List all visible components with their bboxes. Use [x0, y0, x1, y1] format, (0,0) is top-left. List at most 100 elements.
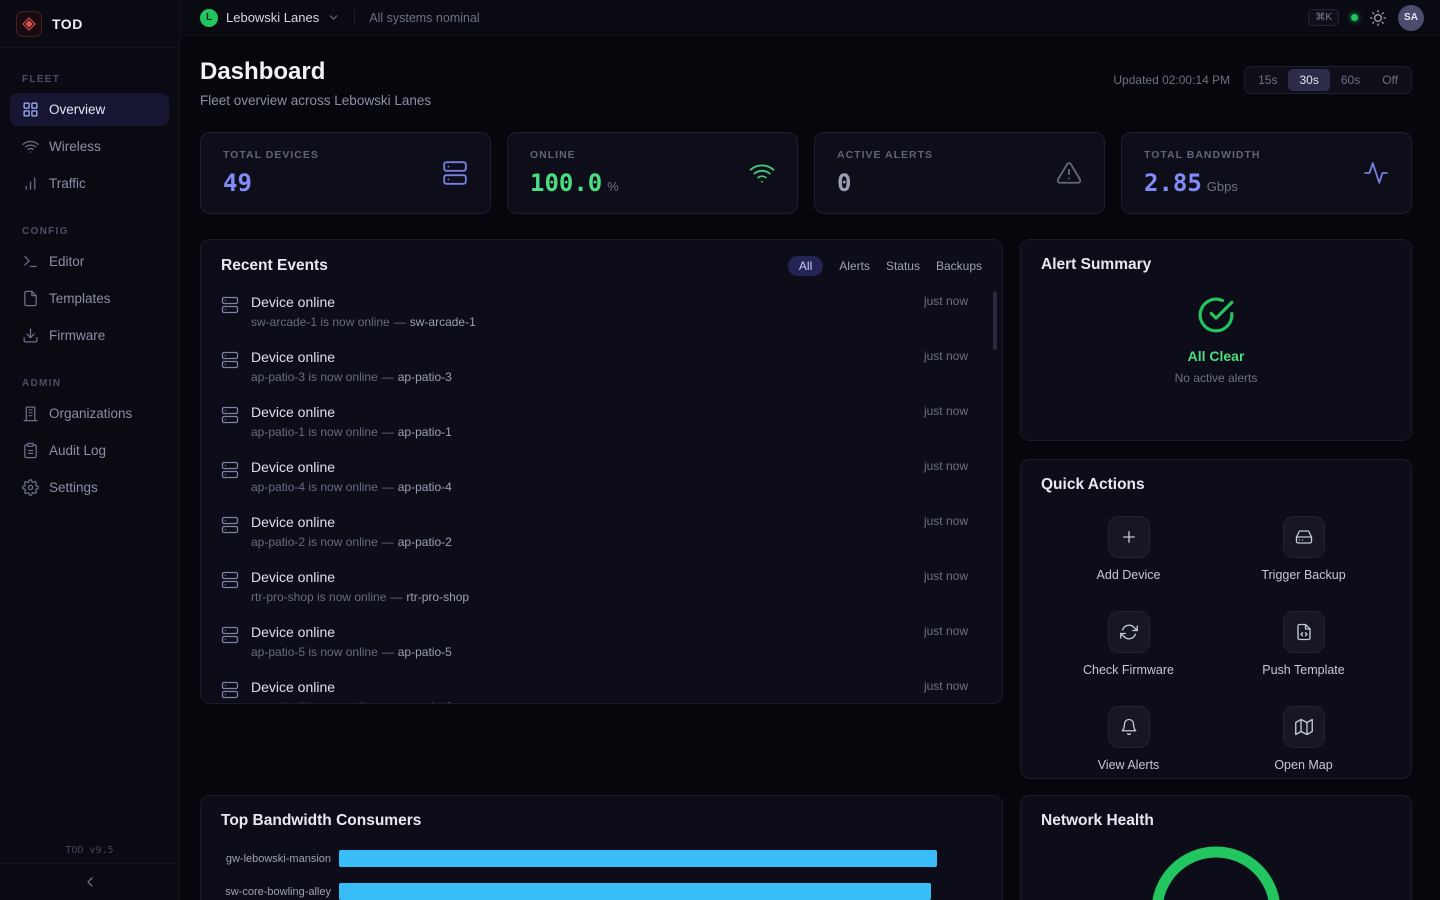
- stat-label: TOTAL BANDWIDTH: [1144, 149, 1261, 161]
- event-separator: —: [382, 700, 394, 704]
- topbar: L Lebowski Lanes All systems nominal ⌘K …: [180, 0, 1440, 36]
- event-row[interactable]: Device online ap-patio-5 is now online—a…: [221, 614, 982, 669]
- action-add-device[interactable]: Add Device: [1041, 500, 1216, 595]
- theme-toggle-button[interactable]: [1370, 10, 1386, 26]
- wifi-icon: [22, 138, 39, 155]
- refresh-option-60s[interactable]: 60s: [1330, 69, 1371, 91]
- terminal-icon: [22, 253, 39, 270]
- bandwidth-device-label: sw-core-bowling-alley: [221, 886, 339, 898]
- event-separator: —: [382, 645, 394, 659]
- event-time: just now: [924, 404, 968, 418]
- app-logo: TOD: [0, 0, 179, 48]
- check-circle-icon: [1197, 296, 1235, 334]
- sidebar-item-wireless[interactable]: Wireless: [10, 130, 169, 163]
- action-label: Open Map: [1274, 758, 1332, 772]
- events-scrollbar[interactable]: [993, 292, 997, 350]
- network-health-title: Network Health: [1041, 812, 1391, 830]
- refresh-option-off[interactable]: Off: [1371, 69, 1409, 91]
- stat-value: 100.0: [530, 169, 602, 197]
- org-selector[interactable]: L Lebowski Lanes: [200, 9, 340, 27]
- action-check-firmware[interactable]: Check Firmware: [1041, 595, 1216, 690]
- alert-triangle-icon: [1056, 160, 1082, 186]
- map-icon: [1295, 718, 1313, 736]
- event-time: just now: [924, 569, 968, 583]
- event-detail: ap-patio-2 is now online: [251, 535, 378, 549]
- sidebar-item-traffic[interactable]: Traffic: [10, 167, 169, 200]
- bandwidth-bar: [339, 883, 931, 900]
- sidebar-item-firmware[interactable]: Firmware: [10, 319, 169, 352]
- event-row[interactable]: Device online ap-patio-2 is now online—a…: [221, 504, 982, 559]
- event-row[interactable]: Device online ap-patio-1 is now online—a…: [221, 394, 982, 449]
- app-logo-icon: [16, 11, 42, 37]
- server-icon: [221, 351, 239, 369]
- sidebar-nav: FLEET Overview Wireless Traffic CONFIG E…: [0, 48, 179, 504]
- bell-icon: [1120, 718, 1138, 736]
- action-view-alerts[interactable]: View Alerts: [1041, 690, 1216, 785]
- stat-card-active-alerts: ACTIVE ALERTS 0: [814, 132, 1105, 214]
- event-row[interactable]: Device online ap-patio-4 is now online—a…: [221, 449, 982, 504]
- event-row[interactable]: Device online ap-patio-3 is now online—a…: [221, 339, 982, 394]
- refresh-interval-control: 15s 30s 60s Off: [1244, 66, 1412, 94]
- recent-events-card: Recent Events All Alerts Status Backups: [200, 239, 1003, 704]
- alert-summary-card: Alert Summary All Clear No active alerts: [1020, 239, 1412, 441]
- sidebar-item-editor[interactable]: Editor: [10, 245, 169, 278]
- event-row[interactable]: Device online sw-arcade-1 is now online—…: [221, 284, 982, 339]
- event-title: Device online: [251, 569, 469, 585]
- app-name: TOD: [52, 16, 83, 32]
- stat-value: 49: [223, 169, 252, 197]
- event-device: ap-patio-1: [398, 425, 452, 439]
- main-area: L Lebowski Lanes All systems nominal ⌘K …: [180, 0, 1440, 900]
- server-icon: [221, 571, 239, 589]
- event-detail: ap-patio-4 is now online: [251, 480, 378, 494]
- event-title: Device online: [251, 624, 452, 640]
- event-separator: —: [382, 370, 394, 384]
- event-time: just now: [924, 514, 968, 528]
- nav-section-config: CONFIG: [22, 226, 157, 237]
- action-label: Trigger Backup: [1261, 568, 1345, 582]
- command-palette-shortcut[interactable]: ⌘K: [1308, 9, 1339, 26]
- stat-label: ACTIVE ALERTS: [837, 149, 933, 161]
- event-row[interactable]: Device online rtr-pro-shop is now online…: [221, 559, 982, 614]
- sidebar-item-audit-log[interactable]: Audit Log: [10, 434, 169, 467]
- page-title: Dashboard: [200, 58, 431, 86]
- stat-card-total-devices: TOTAL DEVICES 49: [200, 132, 491, 214]
- stat-value: 0: [837, 169, 851, 197]
- network-health-card: Network Health 100: [1020, 795, 1412, 900]
- sidebar-item-settings[interactable]: Settings: [10, 471, 169, 504]
- action-open-map[interactable]: Open Map: [1216, 690, 1391, 785]
- collapse-sidebar-button[interactable]: [0, 863, 179, 900]
- action-trigger-backup[interactable]: Trigger Backup: [1216, 500, 1391, 595]
- tab-status[interactable]: Status: [886, 259, 920, 273]
- health-gauge: 100: [1148, 843, 1284, 900]
- server-icon: [221, 461, 239, 479]
- event-time: just now: [924, 679, 968, 693]
- org-avatar: L: [200, 9, 218, 27]
- event-separator: —: [394, 315, 406, 329]
- file-code-icon: [1295, 623, 1313, 641]
- topbar-actions: ⌘K SA: [1308, 5, 1424, 31]
- tab-all[interactable]: All: [788, 256, 823, 276]
- sidebar-item-organizations[interactable]: Organizations: [10, 397, 169, 430]
- event-title: Device online: [251, 294, 476, 310]
- topbar-divider: [354, 10, 355, 26]
- sidebar-item-overview[interactable]: Overview: [10, 93, 169, 126]
- tab-backups[interactable]: Backups: [936, 259, 982, 273]
- stat-label: TOTAL DEVICES: [223, 149, 319, 161]
- sidebar-item-templates[interactable]: Templates: [10, 282, 169, 315]
- event-device: ap-patio-5: [398, 645, 452, 659]
- event-time: just now: [924, 349, 968, 363]
- bar-chart-icon: [22, 175, 39, 192]
- refresh-option-15s[interactable]: 15s: [1247, 69, 1288, 91]
- wifi-icon: [749, 160, 775, 186]
- user-avatar[interactable]: SA: [1398, 5, 1424, 31]
- event-title: Device online: [251, 459, 452, 475]
- action-push-template[interactable]: Push Template: [1216, 595, 1391, 690]
- stat-label: ONLINE: [530, 149, 619, 161]
- event-row[interactable]: Device online ap-patio-6 is now online—a…: [221, 669, 982, 704]
- event-device: ap-patio-3: [398, 370, 452, 384]
- refresh-option-30s[interactable]: 30s: [1288, 69, 1329, 91]
- system-status: All systems nominal: [369, 11, 479, 25]
- nav-section-fleet: FLEET: [22, 74, 157, 85]
- app-version: TOD v9.5: [0, 845, 179, 856]
- tab-alerts[interactable]: Alerts: [839, 259, 870, 273]
